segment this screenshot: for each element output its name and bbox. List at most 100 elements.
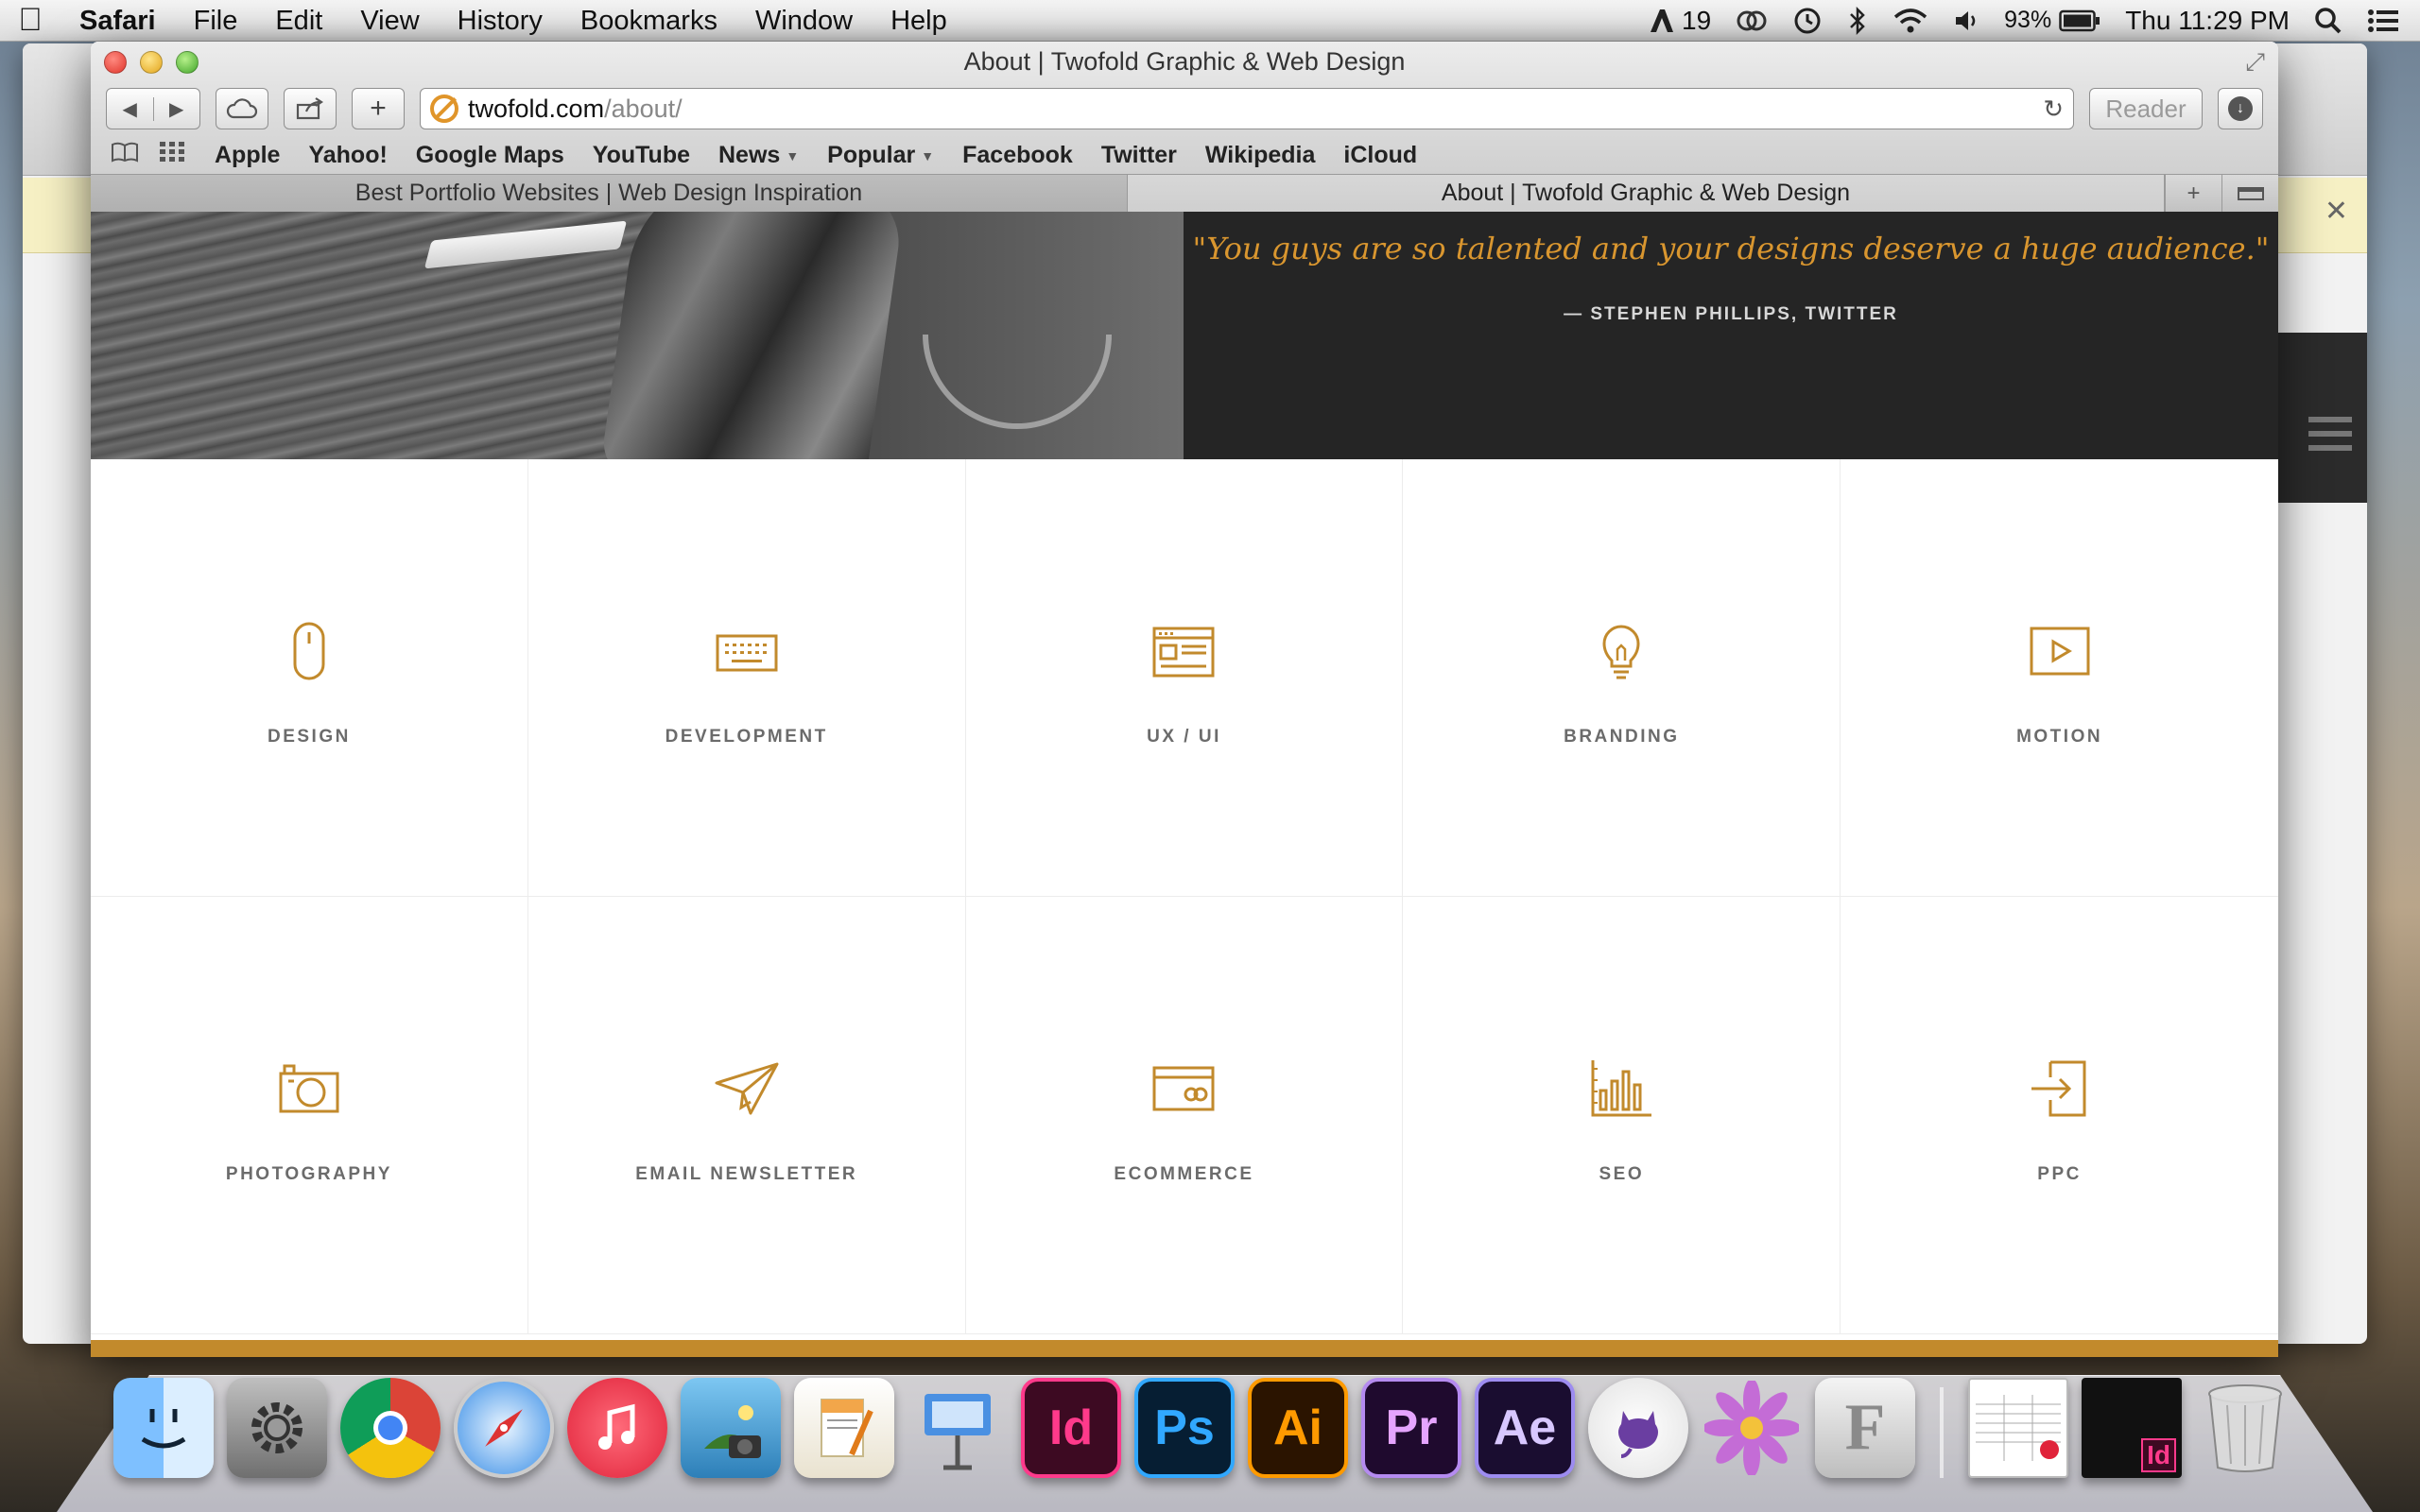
share-button[interactable] bbox=[284, 88, 337, 129]
tab-best-portfolio-websites[interactable]: Best Portfolio Websites | Web Design Ins… bbox=[91, 175, 1128, 212]
wifi-icon[interactable] bbox=[1893, 2, 1928, 40]
clock[interactable]: Thu 11:29 PM bbox=[2125, 2, 2290, 40]
top-sites-grid-icon[interactable] bbox=[153, 141, 191, 169]
tab-about-twofold[interactable]: About | Twofold Graphic & Web Design bbox=[1128, 175, 2165, 212]
bookmark-apple[interactable]: Apple bbox=[200, 142, 294, 169]
pages-icon bbox=[821, 1399, 873, 1457]
apple-menu-icon[interactable]:  bbox=[0, 0, 60, 42]
address-bar[interactable]: twofold.com /about/ ↻ bbox=[420, 88, 2074, 129]
battery-status[interactable]: 93% bbox=[2004, 2, 2100, 40]
menu-view[interactable]: View bbox=[341, 0, 438, 42]
new-tab-button[interactable]: + bbox=[352, 88, 405, 129]
compass-icon bbox=[485, 1409, 523, 1447]
bookmark-wikipedia[interactable]: Wikipedia bbox=[1191, 142, 1329, 169]
dock-photoshop[interactable]: Ps bbox=[1134, 1378, 1235, 1478]
bookmark-icloud[interactable]: iCloud bbox=[1329, 142, 1431, 169]
dock-safari[interactable] bbox=[454, 1378, 554, 1478]
menu-file[interactable]: File bbox=[175, 0, 257, 42]
volume-icon[interactable] bbox=[1953, 2, 1979, 40]
tab-bar: Best Portfolio Websites | Web Design Ins… bbox=[91, 174, 2278, 212]
wireframe-icon bbox=[1152, 627, 1215, 678]
bookmark-twitter[interactable]: Twitter bbox=[1087, 142, 1191, 169]
dock-keynote[interactable] bbox=[908, 1378, 1008, 1478]
adobe-icon bbox=[1651, 9, 1673, 32]
illustrator-icon: Ai bbox=[1273, 1400, 1322, 1455]
dock-indesign[interactable]: Id bbox=[1021, 1378, 1121, 1478]
dock-pages[interactable] bbox=[794, 1378, 894, 1478]
flower-icon bbox=[1704, 1381, 1799, 1475]
bookmark-news-folder[interactable]: News ▼ bbox=[704, 142, 813, 169]
service-development[interactable]: DEVELOPMENT bbox=[527, 459, 966, 897]
battery-icon bbox=[2059, 9, 2100, 31]
service-design[interactable]: DESIGN bbox=[91, 459, 528, 897]
service-motion[interactable]: MOTION bbox=[1841, 459, 2278, 897]
bookmark-yahoo[interactable]: Yahoo! bbox=[294, 142, 401, 169]
keyboard-icon bbox=[716, 634, 778, 672]
keynote-icon bbox=[925, 1394, 991, 1470]
dock-iphoto[interactable] bbox=[681, 1378, 781, 1478]
dock-separator bbox=[1940, 1387, 1944, 1478]
chevron-down-icon: ▼ bbox=[921, 147, 935, 163]
dock-illustrator[interactable]: Ai bbox=[1248, 1378, 1348, 1478]
battery-percent: 93% bbox=[2004, 7, 2052, 33]
service-seo[interactable]: SEO bbox=[1403, 897, 1841, 1334]
address-path: /about/ bbox=[604, 94, 683, 123]
reader-button[interactable]: Reader bbox=[2089, 88, 2203, 129]
menu-edit[interactable]: Edit bbox=[256, 0, 341, 42]
dock-spreadsheet-window[interactable] bbox=[1968, 1378, 2068, 1478]
github-icon bbox=[1618, 1411, 1658, 1458]
dock-indesign-window[interactable]: Id bbox=[2082, 1378, 2182, 1478]
creative-cloud-icon[interactable] bbox=[1736, 2, 1768, 40]
service-email-newsletter[interactable]: EMAIL NEWSLETTER bbox=[527, 897, 966, 1334]
menu-safari[interactable]: Safari bbox=[60, 0, 175, 42]
spotlight-search-icon[interactable] bbox=[2314, 2, 2342, 40]
icloud-tabs-button[interactable] bbox=[216, 88, 268, 129]
service-branding[interactable]: BRANDING bbox=[1403, 459, 1841, 897]
dock-flower-app[interactable] bbox=[1702, 1378, 1802, 1478]
dock-finder[interactable] bbox=[113, 1378, 214, 1478]
downloads-button[interactable]: ↓ bbox=[2218, 88, 2263, 129]
dock-github[interactable] bbox=[1588, 1378, 1688, 1478]
back-button[interactable]: ◀ bbox=[107, 96, 154, 121]
menu-history[interactable]: History bbox=[439, 0, 562, 42]
time-machine-icon[interactable] bbox=[1792, 2, 1823, 40]
share-icon bbox=[296, 97, 323, 120]
service-label: BRANDING bbox=[1564, 727, 1680, 747]
dock-premiere[interactable]: Pr bbox=[1361, 1378, 1461, 1478]
bluetooth-icon[interactable] bbox=[1847, 2, 1868, 40]
bookmark-youtube[interactable]: YouTube bbox=[579, 142, 704, 169]
dock-trash[interactable] bbox=[2195, 1378, 2295, 1478]
service-photography[interactable]: PHOTOGRAPHY bbox=[91, 897, 528, 1334]
back-forward-buttons: ◀ ▶ bbox=[106, 88, 200, 129]
service-label: MOTION bbox=[2016, 727, 2103, 747]
chair-image bbox=[598, 212, 907, 459]
menu-bookmarks[interactable]: Bookmarks bbox=[562, 0, 736, 42]
notification-center-icon[interactable] bbox=[2367, 2, 2399, 40]
background-close-icon[interactable]: ✕ bbox=[2325, 195, 2348, 228]
background-hamburger-icon[interactable] bbox=[2308, 417, 2352, 459]
dock-chrome[interactable] bbox=[340, 1378, 441, 1478]
dock-itunes[interactable] bbox=[567, 1378, 667, 1478]
new-tab-plus-icon[interactable]: + bbox=[2165, 175, 2221, 212]
service-ppc[interactable]: PPC bbox=[1841, 897, 2278, 1334]
toolbar: ◀ ▶ + twofold.com /about/ ↻ Reader ↓ bbox=[106, 87, 2263, 130]
menu-window[interactable]: Window bbox=[736, 0, 872, 42]
service-label: UX / UI bbox=[1147, 727, 1221, 747]
dock-system-preferences[interactable] bbox=[227, 1378, 327, 1478]
menu-help[interactable]: Help bbox=[872, 0, 966, 42]
tab-overview-icon[interactable] bbox=[2221, 175, 2278, 212]
fullscreen-icon[interactable]: ⤢ bbox=[2245, 47, 2265, 77]
dock-after-effects[interactable]: Ae bbox=[1475, 1378, 1575, 1478]
reading-list-icon[interactable] bbox=[106, 142, 144, 169]
services-grid: DESIGN DEVELOPMENT UX / UI BRANDING MOTI… bbox=[91, 459, 2278, 1334]
forward-button[interactable]: ▶ bbox=[154, 97, 200, 121]
service-ux-ui[interactable]: UX / UI bbox=[965, 459, 1404, 897]
bookmark-google-maps[interactable]: Google Maps bbox=[402, 142, 579, 169]
bookmark-popular-folder[interactable]: Popular ▼ bbox=[813, 142, 948, 169]
adobe-status[interactable]: 19 bbox=[1648, 2, 1711, 40]
reload-icon[interactable]: ↻ bbox=[2043, 94, 2064, 124]
dock-font-book[interactable]: F bbox=[1815, 1378, 1915, 1478]
bookmark-facebook[interactable]: Facebook bbox=[948, 142, 1087, 169]
twofold-favicon-icon bbox=[430, 94, 458, 123]
service-ecommerce[interactable]: ECOMMERCE bbox=[965, 897, 1404, 1334]
